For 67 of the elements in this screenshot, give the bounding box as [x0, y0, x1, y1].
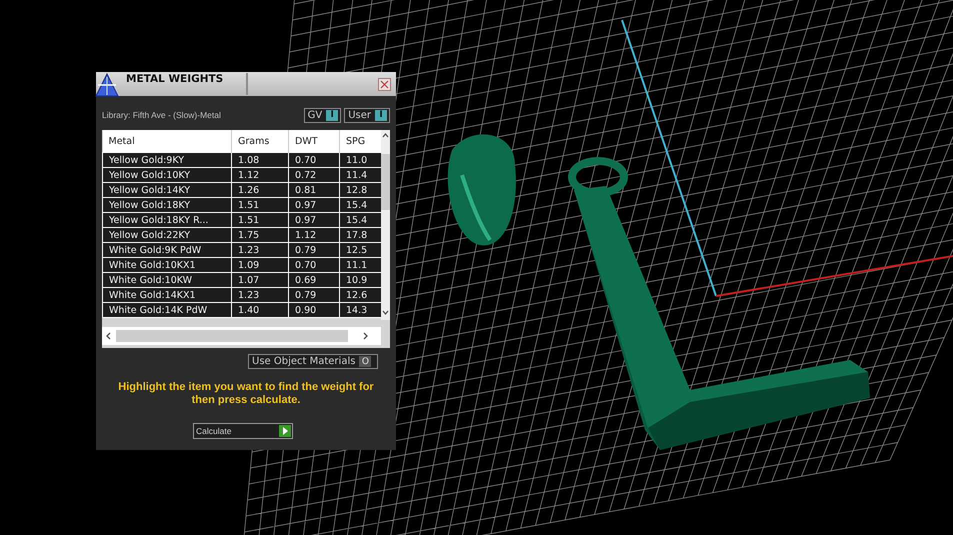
table-cell: 1.75: [232, 228, 288, 242]
toggle-indicator: I: [326, 110, 338, 120]
table-cell: 12.6: [340, 288, 382, 302]
table-cell: 0.69: [288, 272, 340, 288]
table-cell: White Gold:9K PdW: [102, 242, 232, 258]
table-cell: 1.40: [232, 302, 288, 318]
scroll-up-icon[interactable]: [382, 133, 389, 138]
table-cell: 12.5: [340, 242, 382, 258]
table-cell: 1.23: [232, 288, 288, 302]
table-cell: 0.79: [288, 288, 340, 302]
close-icon: [380, 80, 389, 88]
table-cell: Yellow Gold:22KY: [102, 228, 232, 242]
toggle-button[interactable]: GV I: [304, 108, 342, 122]
calculate-button[interactable]: Calculate: [193, 423, 293, 439]
table-cell: 0.97: [288, 198, 340, 212]
table-cell: 11.4: [340, 168, 382, 182]
table-cell: 0.72: [288, 168, 340, 182]
table-cell: 0.70: [288, 152, 340, 168]
toggle-button[interactable]: User I: [344, 108, 390, 122]
table-cell: 1.51: [232, 212, 288, 228]
table-cell: 11.0: [340, 152, 382, 168]
table-cell: Yellow Gold:18KY: [102, 198, 232, 212]
table-cell: 0.79: [288, 242, 340, 258]
column-header[interactable]: Grams: [232, 130, 288, 152]
table-cell: Yellow Gold:18KY R...: [102, 212, 232, 228]
toggle-indicator: O: [359, 356, 372, 367]
table-cell: 1.51: [232, 198, 288, 212]
toggle-indicator: I: [375, 110, 387, 120]
vertical-scrollbar[interactable]: [381, 130, 390, 320]
horizontal-scrollbar[interactable]: [102, 327, 381, 345]
table-cell: 1.12: [232, 168, 288, 182]
table-cell: 12.8: [340, 182, 382, 198]
table-cell: White Gold:14KX1: [102, 288, 232, 302]
column-header[interactable]: Metal: [102, 130, 232, 152]
table-cell: 1.08: [232, 152, 288, 168]
column-header[interactable]: DWT: [288, 130, 340, 152]
table-cell: 14.3: [340, 302, 382, 318]
use-object-materials-toggle[interactable]: Use Object Materials O: [248, 354, 378, 369]
library-label: Library: Fifth Ave - (Slow)-Metal: [102, 110, 221, 120]
table-cell: 1.07: [232, 272, 288, 288]
table-cell: Yellow Gold:9KY: [102, 152, 232, 168]
table-cell: 1.09: [232, 258, 288, 272]
column-header[interactable]: SPG: [340, 130, 382, 152]
table-cell: 11.1: [340, 258, 382, 272]
table-cell: White Gold:14K PdW: [102, 302, 232, 318]
scroll-left-icon[interactable]: [106, 332, 111, 340]
scroll-right-icon[interactable]: [363, 332, 368, 340]
instruction-text: Highlight the item you want to find the weight for then press calculate.: [117, 381, 375, 407]
table-cell: Yellow Gold:14KY: [102, 182, 232, 198]
close-button[interactable]: [378, 78, 391, 90]
table-cell: 15.4: [340, 212, 382, 228]
table-cell: 15.4: [340, 198, 382, 212]
table-cell: 1.12: [288, 228, 340, 242]
scroll-down-icon[interactable]: [382, 310, 389, 315]
table-cell: 0.70: [288, 258, 340, 272]
table-cell: 0.81: [288, 182, 340, 198]
table-cell: White Gold:10KW: [102, 272, 232, 288]
table-cell: 0.97: [288, 212, 340, 228]
table-cell: White Gold:10KX1: [102, 258, 232, 272]
play-icon: [279, 425, 291, 437]
table-cell: 10.9: [340, 272, 382, 288]
window-title: METAL WEIGHTS: [126, 72, 224, 85]
table-cell: 1.23: [232, 242, 288, 258]
table-cell: 1.26: [232, 182, 288, 198]
table-cell: Yellow Gold:10KY: [102, 168, 232, 182]
table-cell: 0.90: [288, 302, 340, 318]
table-cell: 17.8: [340, 228, 382, 242]
